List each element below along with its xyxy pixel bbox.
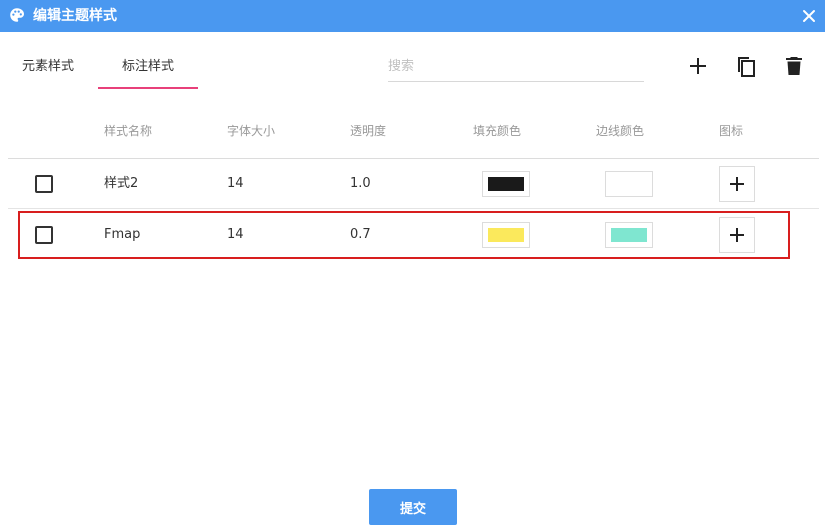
row-checkbox[interactable] (35, 175, 53, 193)
fill-color-swatch[interactable] (482, 222, 530, 248)
font-size-value: 14 (227, 176, 244, 191)
opacity-value: 0.7 (350, 227, 371, 242)
column-header-fill-color: 填充颜色 (473, 124, 522, 138)
column-header-border-color: 边线颜色 (596, 124, 645, 138)
plus-icon (690, 58, 706, 74)
icon-picker-button[interactable] (719, 217, 755, 253)
fill-color-swatch[interactable] (482, 171, 530, 197)
table-row: 样式2 14 1.0 (8, 159, 819, 209)
add-style-button[interactable] (686, 54, 710, 78)
copy-icon (738, 57, 755, 77)
style-name: 样式2 (104, 176, 139, 191)
border-color-swatch[interactable] (605, 171, 653, 197)
close-icon[interactable] (801, 8, 817, 24)
tab-element-style[interactable]: 元素样式 (10, 50, 86, 90)
icon-picker-button[interactable] (719, 166, 755, 202)
border-color-swatch[interactable] (605, 222, 653, 248)
column-header-name: 样式名称 (104, 124, 153, 138)
copy-style-button[interactable] (734, 54, 758, 78)
fill-color-fill (488, 177, 524, 191)
font-size-value: 14 (227, 227, 244, 242)
title-bar: 编辑主题样式 (0, 0, 825, 32)
fill-color-fill (488, 228, 524, 242)
border-color-fill (611, 228, 647, 242)
opacity-value: 1.0 (350, 176, 371, 191)
style-name: Fmap (104, 227, 141, 242)
tab-annotation-style[interactable]: 标注样式 (98, 50, 198, 90)
trash-icon (786, 57, 802, 75)
edit-theme-style-dialog: 编辑主题样式 元素样式 标注样式 样式名称 (0, 0, 825, 531)
palette-icon (9, 7, 25, 23)
plus-icon (730, 228, 744, 242)
active-tab-indicator (98, 87, 198, 89)
tab-label: 标注样式 (121, 59, 174, 74)
plus-icon (730, 177, 744, 191)
tab-label: 元素样式 (21, 59, 74, 74)
search-input[interactable] (388, 52, 644, 82)
dialog-title: 编辑主题样式 (33, 8, 117, 24)
column-header-opacity: 透明度 (350, 124, 387, 138)
border-color-fill (611, 177, 647, 191)
column-header-font-size: 字体大小 (227, 124, 276, 138)
delete-style-button[interactable] (782, 54, 806, 78)
column-header-icon: 图标 (719, 124, 744, 138)
submit-button[interactable]: 提交 (369, 489, 457, 525)
table-row: Fmap 14 0.7 (8, 210, 819, 260)
row-checkbox[interactable] (35, 226, 53, 244)
